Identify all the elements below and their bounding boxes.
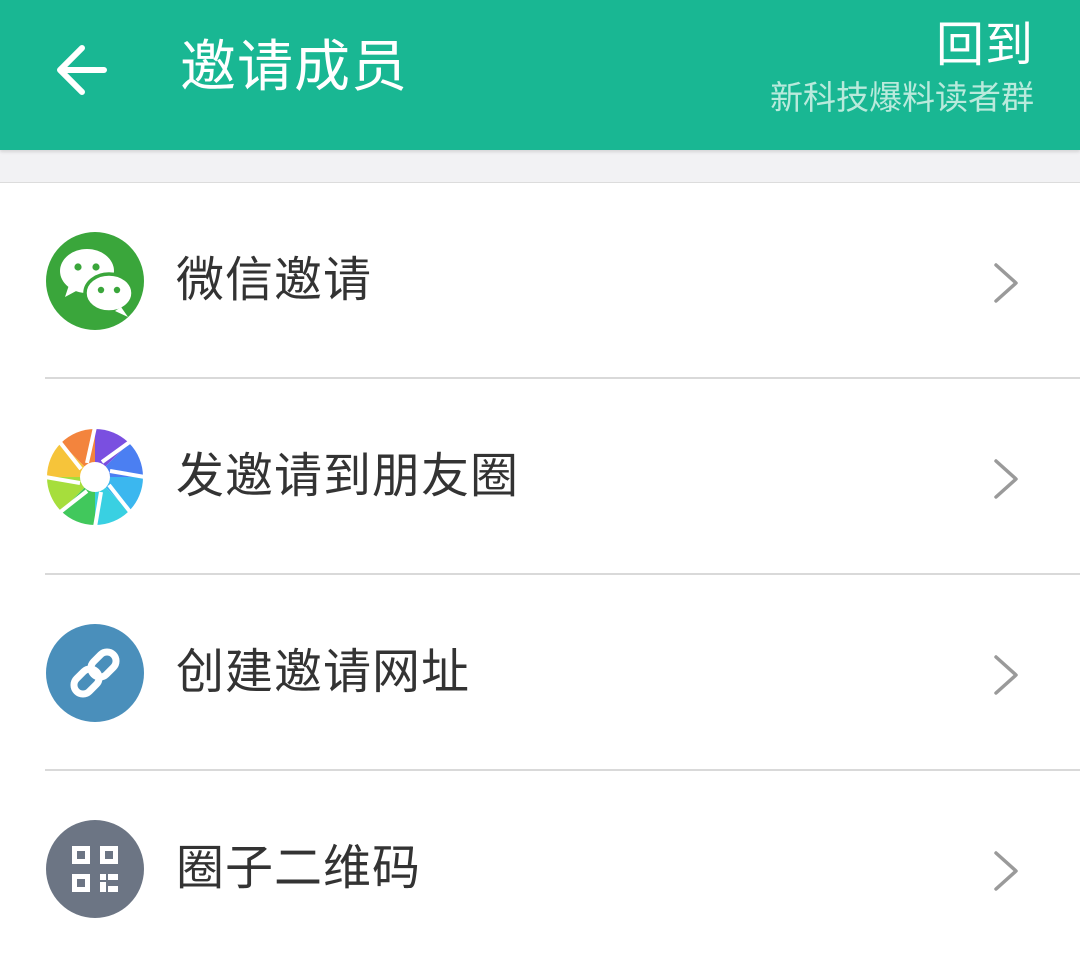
arrow-left-icon — [57, 45, 107, 95]
app-bar: 邀请成员 回到 新科技爆料读者群 — [0, 0, 1080, 150]
invite-options-list: 微信邀请 发邀请到朋友圈 创建邀请网址 圈子二维码 — [0, 183, 1080, 967]
menu-item-label: 圈子二维码 — [176, 840, 422, 896]
section-spacer — [0, 150, 1080, 183]
page-title: 邀请成员 — [180, 35, 408, 100]
chevron-right-icon — [990, 261, 1022, 305]
chevron-right-icon — [990, 457, 1022, 501]
back-button[interactable] — [40, 30, 130, 110]
qr-code-icon — [45, 819, 145, 919]
link-icon — [45, 623, 145, 723]
menu-item-share-moments[interactable]: 发邀请到朋友圈 — [0, 379, 1080, 575]
return-to-group-link[interactable]: 回到 新科技爆料读者群 — [770, 14, 1034, 120]
menu-item-circle-qr-code[interactable]: 圈子二维码 — [0, 771, 1080, 967]
menu-item-wechat-invite[interactable]: 微信邀请 — [0, 183, 1080, 379]
return-link-label: 回到 — [935, 17, 1034, 73]
menu-item-create-invite-link[interactable]: 创建邀请网址 — [0, 575, 1080, 771]
menu-item-label: 微信邀请 — [176, 252, 373, 308]
moments-aperture-icon — [45, 427, 145, 527]
menu-item-label: 发邀请到朋友圈 — [176, 448, 520, 504]
wechat-icon — [45, 231, 145, 331]
chevron-right-icon — [990, 849, 1022, 893]
chevron-right-icon — [990, 653, 1022, 697]
menu-item-label: 创建邀请网址 — [176, 644, 471, 700]
group-name: 新科技爆料读者群 — [770, 78, 1034, 117]
